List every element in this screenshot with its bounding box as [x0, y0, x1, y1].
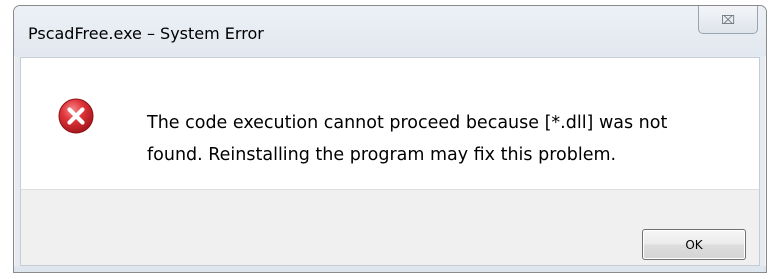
- close-button[interactable]: ⌧: [698, 6, 758, 34]
- error-message: The code execution cannot proceed becaus…: [147, 107, 747, 171]
- button-bar: OK: [21, 189, 759, 265]
- ok-button[interactable]: OK: [642, 229, 746, 260]
- dialog-client-area: The code execution cannot proceed becaus…: [20, 57, 760, 266]
- error-message-line-1: The code execution cannot proceed becaus…: [147, 113, 668, 133]
- message-area: The code execution cannot proceed becaus…: [21, 58, 759, 189]
- window-bottom-border: [14, 266, 766, 272]
- window-title: PscadFree.exe – System Error: [28, 24, 264, 43]
- error-message-line-2: found. Reinstalling the program may fix …: [147, 145, 617, 165]
- error-icon: [58, 98, 94, 134]
- system-error-dialog: PscadFree.exe – System Error ⌧ The code …: [13, 5, 767, 273]
- title-bar[interactable]: PscadFree.exe – System Error ⌧: [14, 6, 766, 56]
- close-icon: ⌧: [721, 12, 735, 27]
